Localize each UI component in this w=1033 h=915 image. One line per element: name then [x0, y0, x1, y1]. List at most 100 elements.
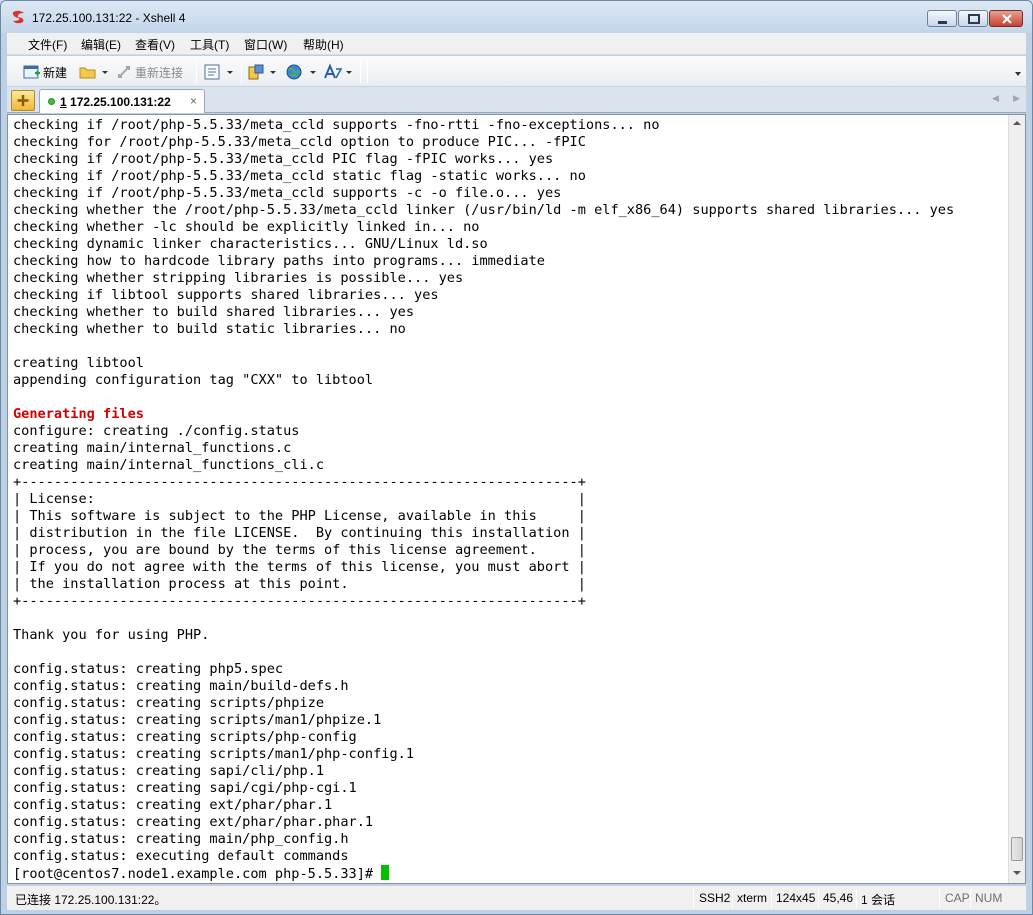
reconnect-label: 重新连接 — [135, 66, 184, 80]
tab-session[interactable]: 1 172.25.100.131:22 × — [39, 89, 205, 113]
terminal-line: config.status: creating scripts/man1/php… — [13, 712, 382, 728]
toolbar-separator — [360, 61, 361, 83]
terminal-line: checking if /root/php-5.5.33/meta_ccld s… — [13, 168, 586, 184]
vertical-scrollbar[interactable] — [1008, 115, 1025, 883]
globe-icon — [286, 64, 302, 80]
properties-button[interactable] — [203, 62, 235, 82]
terminal-line: configure: creating ./config.status — [13, 423, 300, 439]
font-icon — [324, 63, 343, 79]
toolbar-separator — [196, 61, 197, 83]
new-session-label: 新建 — [43, 66, 68, 80]
terminal-line: checking if /root/php-5.5.33/meta_ccld P… — [13, 151, 554, 167]
transfer-icon — [248, 64, 264, 80]
terminal-line: appending configuration tag "CXX" to lib… — [13, 372, 374, 388]
terminal-line: creating main/internal_functions.c — [13, 440, 292, 456]
terminal-output: checking if /root/php-5.5.33/meta_ccld s… — [13, 117, 954, 882]
toolbar-separator — [367, 61, 368, 83]
xshell-window: 172.25.100.131:22 - Xshell 4 文件(F) 编辑(E)… — [0, 0, 1033, 915]
globe-button[interactable] — [285, 62, 319, 82]
status-bar: 已连接 172.25.100.131:22。 SSH2 xterm 124x45… — [7, 885, 1026, 910]
terminal-line: config.status: creating main/php_config.… — [13, 831, 349, 847]
font-button[interactable] — [323, 62, 353, 82]
terminal-line: +---------------------------------------… — [13, 474, 586, 490]
tab-scroll-left-icon[interactable]: ◀ — [992, 93, 999, 104]
terminal-line: checking whether to build static librari… — [13, 321, 406, 337]
menu-help[interactable]: 帮助(H) — [303, 36, 344, 53]
terminal-prompt-line[interactable]: [root@centos7.node1.example.com php-5.5.… — [13, 865, 954, 882]
status-divider — [771, 889, 772, 908]
transfer-button[interactable] — [247, 62, 277, 82]
chevron-down-icon — [310, 71, 316, 74]
toolbar-overflow-icon[interactable] — [1015, 72, 1021, 76]
terminal-line: creating main/internal_functions_cli.c — [13, 457, 324, 473]
menu-file[interactable]: 文件(F) — [28, 36, 67, 53]
folder-icon — [79, 67, 96, 79]
title-bar[interactable]: 172.25.100.131:22 - Xshell 4 — [1, 1, 1032, 33]
minimize-button[interactable] — [927, 10, 957, 27]
terminal-line: | the installation process at this point… — [13, 576, 586, 592]
terminal-line: | This software is subject to the PHP Li… — [13, 508, 586, 524]
terminal-line: config.status: creating ext/phar/phar.ph… — [13, 814, 374, 830]
terminal-line: creating libtool — [13, 355, 144, 371]
terminal-view[interactable]: checking if /root/php-5.5.33/meta_ccld s… — [7, 114, 1026, 884]
terminal-line: | If you do not agree with the terms of … — [13, 559, 586, 575]
terminal-line: checking if /root/php-5.5.33/meta_ccld s… — [13, 185, 562, 201]
shell-prompt: [root@centos7.node1.example.com php-5.5.… — [13, 866, 382, 882]
menu-edit[interactable]: 编辑(E) — [81, 36, 121, 53]
num-lock-indicator: NUM — [975, 891, 1003, 905]
tab-scroll-right-icon[interactable]: ▶ — [1013, 93, 1020, 104]
protocol-status: SSH2 — [699, 891, 731, 905]
cursor-position-status: 45,46 — [823, 891, 854, 905]
terminal-line: checking whether -lc should be explicitl… — [13, 219, 480, 235]
status-divider — [818, 889, 819, 908]
menu-view[interactable]: 查看(V) — [135, 36, 175, 53]
terminal-line: config.status: creating ext/phar/phar.1 — [13, 797, 333, 813]
terminal-line: config.status: creating main/build-defs.… — [13, 678, 349, 694]
menu-window[interactable]: 窗口(W) — [244, 36, 287, 53]
terminal-line: config.status: creating php5.spec — [13, 661, 284, 677]
terminal-size-status: 124x45 — [776, 891, 816, 905]
new-tab-button[interactable] — [11, 90, 35, 111]
terminal-line: | process, you are bound by the terms of… — [13, 542, 586, 558]
terminal-line: config.status: creating scripts/php-conf… — [13, 729, 357, 745]
toolbar-separator — [241, 61, 242, 83]
tab-label: 1 172.25.100.131:22 — [60, 95, 171, 109]
close-button[interactable] — [989, 10, 1023, 27]
chevron-down-icon — [270, 71, 276, 74]
status-divider — [732, 889, 733, 908]
properties-icon — [204, 64, 220, 80]
scrollbar-thumb[interactable] — [1011, 837, 1023, 861]
terminal-line: config.status: creating scripts/phpize — [13, 695, 324, 711]
session-count-status: 1 会话 — [861, 893, 896, 907]
plus-icon — [17, 95, 29, 106]
new-session-icon — [23, 65, 40, 79]
terminal-line: | License: | — [13, 491, 586, 507]
menu-tools[interactable]: 工具(T) — [190, 36, 229, 53]
terminal-cursor — [381, 865, 390, 880]
open-folder-button[interactable] — [79, 62, 109, 82]
terminal-line: config.status: creating scripts/man1/php… — [13, 746, 415, 762]
window-title: 172.25.100.131:22 - Xshell 4 — [32, 11, 186, 25]
toolbar: 新建 重新连接 — [7, 56, 1026, 87]
terminal-line: | distribution in the file LICENSE. By c… — [13, 525, 586, 541]
terminal-line: checking if /root/php-5.5.33/meta_ccld s… — [13, 117, 660, 133]
chevron-down-icon — [227, 71, 233, 74]
terminal-line: Thank you for using PHP. — [13, 627, 210, 643]
connection-status: 已连接 172.25.100.131:22。 — [15, 893, 167, 907]
tab-bar: 1 172.25.100.131:22 × ◀ ▶ — [7, 87, 1026, 113]
maximize-button[interactable] — [958, 10, 988, 27]
terminal-line: checking for /root/php-5.5.33/meta_ccld … — [13, 134, 586, 150]
terminal-line: config.status: executing default command… — [13, 848, 349, 864]
menu-bar: 文件(F) 编辑(E) 查看(V) 工具(T) 窗口(W) 帮助(H) — [7, 33, 1026, 55]
terminal-line: checking whether the /root/php-5.5.33/me… — [13, 202, 955, 218]
scroll-up-icon[interactable] — [1013, 121, 1021, 125]
connected-status-icon — [48, 98, 55, 105]
tab-close-icon[interactable]: × — [190, 94, 197, 108]
new-session-button[interactable]: 新建 — [23, 62, 73, 82]
scroll-down-icon[interactable] — [1013, 871, 1021, 875]
terminal-line: config.status: creating sapi/cli/php.1 — [13, 763, 324, 779]
reconnect-button[interactable]: 重新连接 — [117, 62, 189, 82]
